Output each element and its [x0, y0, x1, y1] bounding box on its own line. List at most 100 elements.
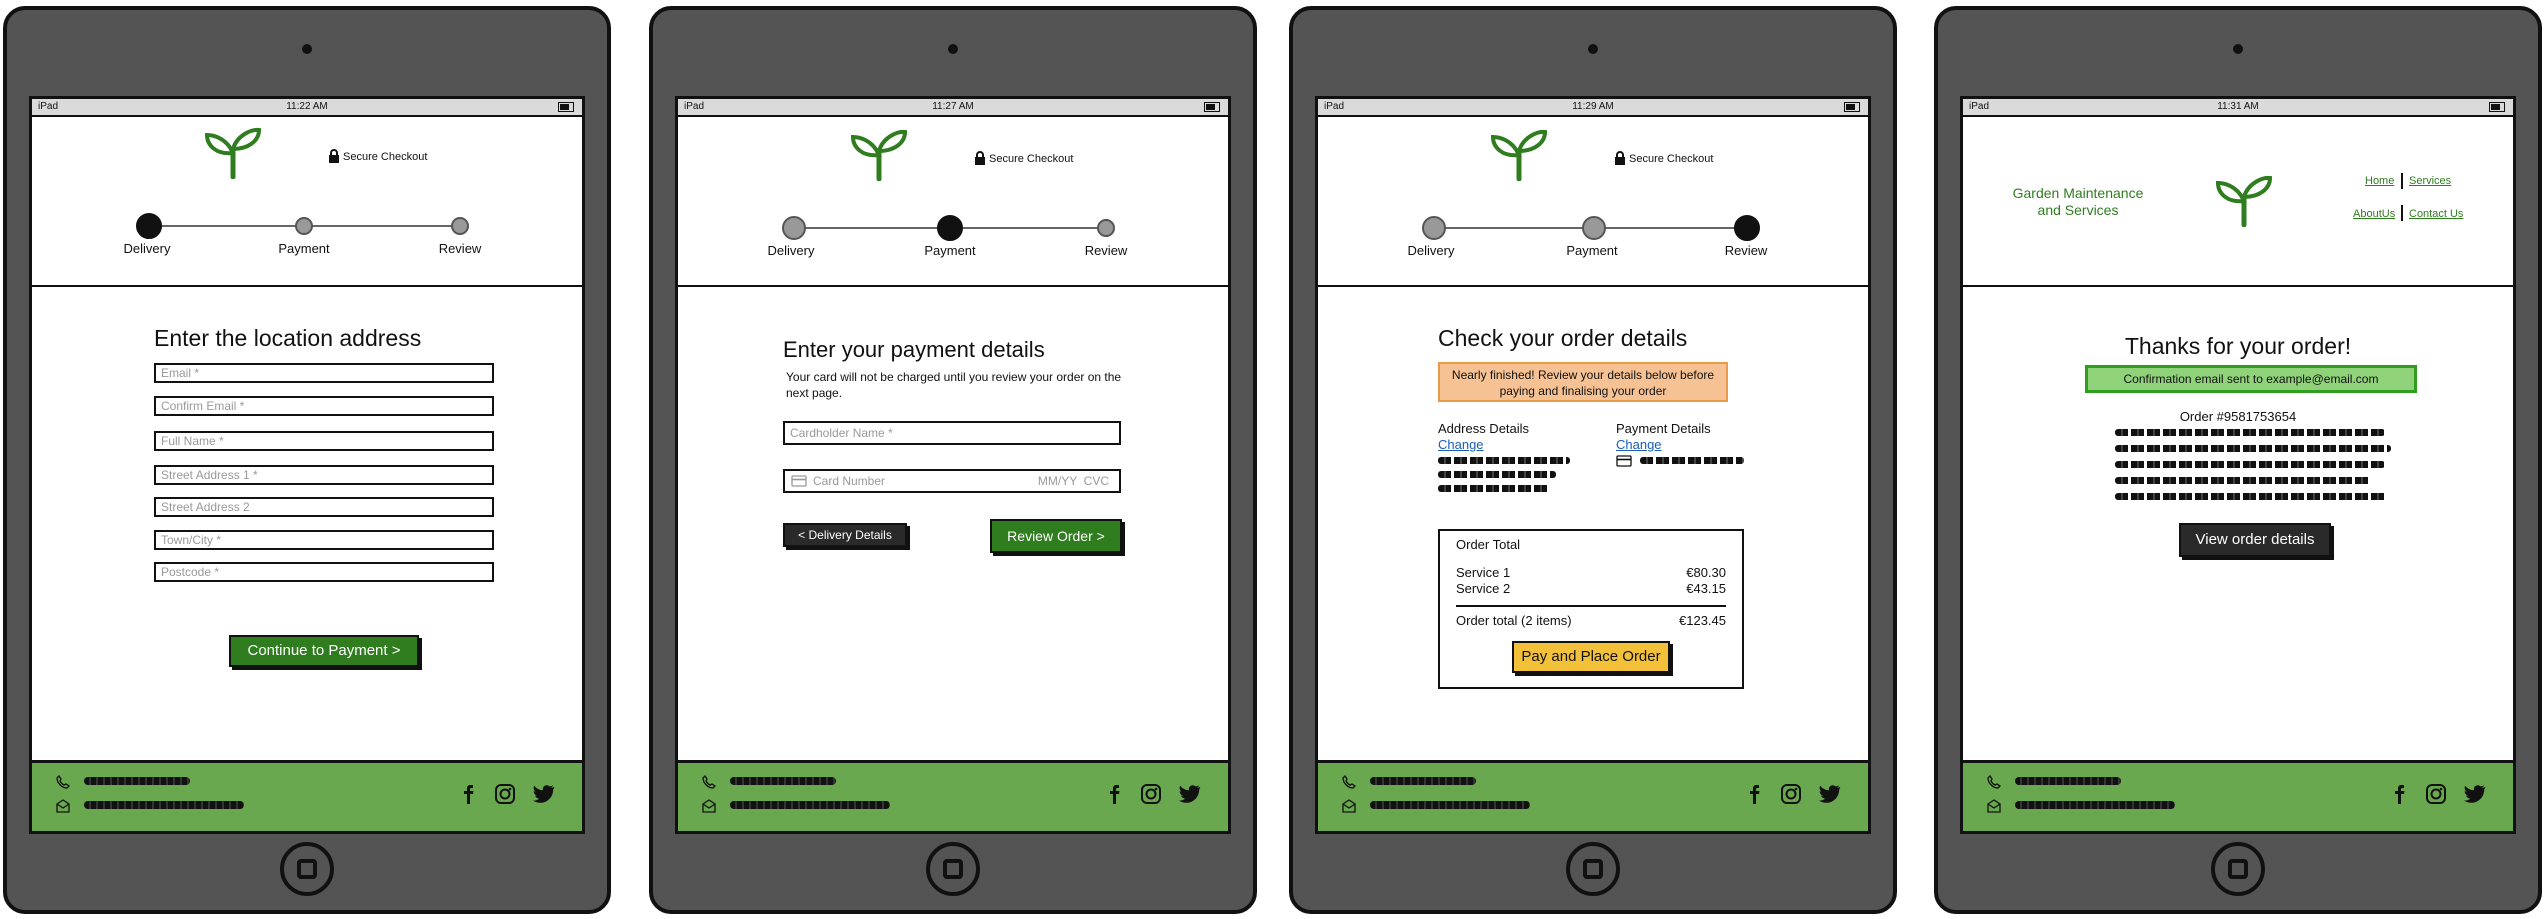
step-dot-delivery: [1422, 216, 1446, 240]
step-dot-delivery: [136, 213, 162, 239]
checkout-header: Secure Checkout Delivery Payment Review: [1318, 115, 1868, 287]
instagram-icon[interactable]: [2425, 783, 2447, 805]
page-title: Check your order details: [1438, 325, 1688, 351]
clock: 11:27 AM: [932, 101, 974, 112]
sprout-logo-icon: [1490, 129, 1548, 181]
twitter-icon[interactable]: [1818, 783, 1842, 805]
footer-phone: [1987, 774, 2121, 789]
footer-email: [1987, 799, 2175, 813]
home-button[interactable]: [1566, 842, 1620, 896]
footer: [678, 760, 1228, 831]
email-icon: [1342, 799, 1356, 813]
change-payment-link[interactable]: Change: [1616, 437, 1662, 452]
payment-note: Your card will not be charged until you …: [786, 370, 1122, 400]
step-label-delivery: Delivery: [767, 243, 815, 258]
lock-icon: [975, 151, 985, 165]
nav-services-link[interactable]: Services: [2409, 175, 2451, 187]
facebook-icon[interactable]: [1748, 783, 1764, 805]
facebook-icon[interactable]: [462, 783, 478, 805]
change-address-link[interactable]: Change: [1438, 437, 1484, 452]
nav-home-link[interactable]: Home: [2365, 175, 2394, 187]
site-title: Garden Maintenance and Services: [2012, 185, 2144, 218]
battery-icon: [1204, 102, 1220, 112]
twitter-icon[interactable]: [1178, 783, 1202, 805]
confirm-email-field[interactable]: Confirm Email *: [154, 396, 494, 416]
home-button[interactable]: [280, 842, 334, 896]
step-dot-payment: [937, 215, 963, 241]
street-address-2-field[interactable]: Street Address 2: [154, 497, 494, 517]
card-number-field[interactable]: Card Number MM/YY CVC: [783, 469, 1121, 493]
clock: 11:31 AM: [2217, 101, 2259, 112]
service-1-name: Service 1: [1456, 565, 1511, 580]
order-total-value: €123.45: [1679, 613, 1726, 628]
screen: iPad 11:27 AM Secure Checkout Delivery P…: [675, 96, 1231, 834]
footer: [1963, 760, 2513, 831]
clock: 11:22 AM: [286, 101, 328, 112]
step-label-review: Review: [1084, 243, 1128, 258]
credit-card-icon: [791, 475, 807, 487]
credit-card-icon: [1616, 455, 1632, 467]
phone-icon: [702, 774, 717, 789]
step-label-delivery: Delivery: [123, 241, 171, 256]
email-field[interactable]: Email *: [154, 363, 494, 383]
checkout-header: Secure Checkout Delivery Payment Review: [32, 115, 582, 287]
camera: [2233, 44, 2243, 54]
step-dot-review: [1097, 219, 1115, 237]
postcode-field[interactable]: Postcode *: [154, 562, 494, 582]
home-button[interactable]: [2211, 842, 2265, 896]
divider: [1456, 605, 1726, 607]
twitter-icon[interactable]: [532, 783, 556, 805]
secure-checkout: Secure Checkout: [974, 151, 1073, 165]
order-total-label: Order total (2 items): [1456, 613, 1572, 628]
email-icon: [1987, 799, 2001, 813]
facebook-icon[interactable]: [1108, 783, 1124, 805]
card-number-placeholder: Card Number: [813, 474, 886, 488]
service-2-price: €43.15: [1686, 581, 1726, 596]
sprout-logo-icon: [2215, 175, 2273, 227]
step-label-review: Review: [1724, 243, 1768, 258]
instagram-icon[interactable]: [494, 783, 516, 805]
page-title: Thanks for your order!: [2124, 333, 2352, 359]
order-total-title: Order Total: [1456, 537, 1521, 552]
sprout-logo-icon: [204, 127, 262, 179]
social-links: [462, 783, 556, 805]
step-dot-payment: [1582, 216, 1606, 240]
service-2-name: Service 2: [1456, 581, 1511, 596]
instagram-icon[interactable]: [1140, 783, 1162, 805]
email-icon: [56, 799, 70, 813]
facebook-icon[interactable]: [2393, 783, 2409, 805]
view-order-details-button[interactable]: View order details: [2179, 523, 2331, 557]
site-header: Garden Maintenance and Services Home Ser…: [1963, 115, 2513, 287]
battery-icon: [558, 102, 574, 112]
phone-icon: [1342, 774, 1357, 789]
tablet-payment: iPad 11:27 AM Secure Checkout Delivery P…: [649, 6, 1257, 914]
pay-and-place-order-button[interactable]: Pay and Place Order: [1512, 641, 1670, 673]
review-order-button[interactable]: Review Order >: [990, 519, 1122, 553]
screen: iPad 11:22 AM Secure Checkout Delivery P…: [29, 96, 585, 834]
footer-phone: [1342, 774, 1476, 789]
footer: [1318, 760, 1868, 831]
delivery-details-back-button[interactable]: < Delivery Details: [783, 523, 907, 547]
phone-icon: [1987, 774, 2002, 789]
order-number: Order #9581753654: [2179, 409, 2297, 424]
home-button[interactable]: [926, 842, 980, 896]
footer-email: [56, 799, 244, 813]
confirmation-banner: Confirmation email sent to example@email…: [2085, 365, 2417, 393]
camera: [948, 44, 958, 54]
battery-icon: [1844, 102, 1860, 112]
instagram-icon[interactable]: [1780, 783, 1802, 805]
clock: 11:29 AM: [1572, 101, 1614, 112]
cardholder-name-field[interactable]: Cardholder Name *: [783, 421, 1121, 445]
continue-to-payment-button[interactable]: Continue to Payment >: [229, 635, 419, 667]
lock-icon: [1615, 151, 1625, 165]
full-name-field[interactable]: Full Name *: [154, 431, 494, 451]
twitter-icon[interactable]: [2463, 783, 2487, 805]
social-links: [1108, 783, 1202, 805]
social-links: [1748, 783, 1842, 805]
nav-about-link[interactable]: AboutUs: [2353, 208, 2395, 220]
town-city-field[interactable]: Town/City *: [154, 530, 494, 550]
street-address-1-field[interactable]: Street Address 1 *: [154, 465, 494, 485]
nav-contact-link[interactable]: Contact Us: [2409, 208, 2463, 220]
page-title: Enter the location address: [154, 325, 422, 351]
social-links: [2393, 783, 2487, 805]
